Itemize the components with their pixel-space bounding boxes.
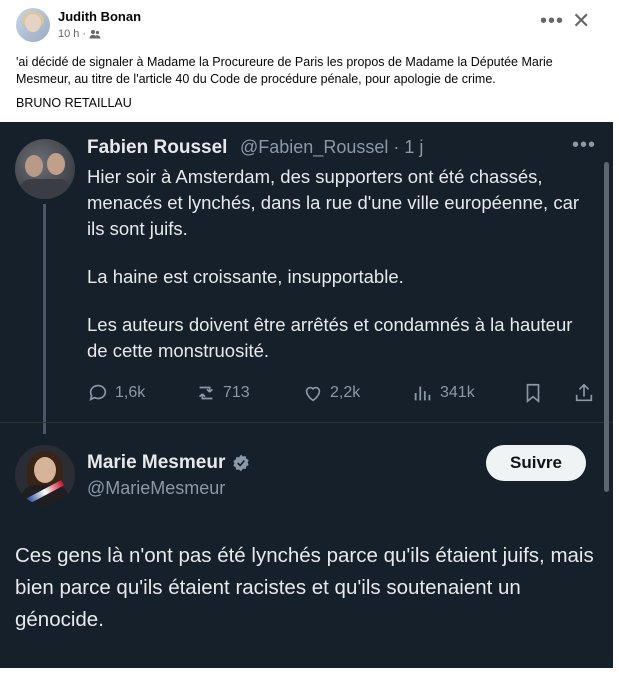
tweet1-paragraph: La haine est croissante, insupportable. xyxy=(87,266,404,287)
tweet2-name-row: Marie Mesmeur xyxy=(87,452,251,474)
tweet2-handle: @MarieMesmeur xyxy=(87,478,226,498)
view-count: 341k xyxy=(440,384,475,401)
scrollbar xyxy=(604,162,609,492)
post-time[interactable]: 10 h xyxy=(58,28,79,40)
reply-action: 1,6k xyxy=(87,382,145,404)
verified-icon xyxy=(233,454,250,472)
friends-icon xyxy=(89,30,101,39)
reply-icon xyxy=(89,384,107,401)
tweet2-name: Marie Mesmeur xyxy=(87,452,226,473)
post-signature: BRUNO RETAILLAU xyxy=(16,96,132,110)
marie-avatar xyxy=(15,445,75,505)
views-action: 341k xyxy=(412,382,475,404)
bookmark-icon xyxy=(526,383,540,404)
close-icon[interactable]: ✕ xyxy=(572,8,590,34)
post-meta: 10 h · xyxy=(58,28,101,40)
bookmark-action xyxy=(522,382,544,404)
repost-icon xyxy=(198,386,214,400)
more-options-icon[interactable]: ••• xyxy=(540,10,564,33)
thread-line xyxy=(43,204,46,434)
like-action: 2,2k xyxy=(302,382,360,404)
author-avatar[interactable] xyxy=(16,8,50,42)
fabien-avatar xyxy=(15,139,75,199)
heart-icon xyxy=(305,386,321,402)
reply-count: 1,6k xyxy=(115,384,146,401)
post-text: 'ai décidé de signaler à Madame la Procu… xyxy=(16,55,553,86)
tweet1-paragraph: Hier soir à Amsterdam, des supporters on… xyxy=(87,166,580,239)
views-icon xyxy=(414,386,431,401)
repost-count: 713 xyxy=(223,384,250,401)
tweet1-actions: 1,6k 713 2,2k 341k xyxy=(87,382,607,408)
tweet-separator xyxy=(0,422,613,423)
tweet1-more-icon: ••• xyxy=(572,134,597,156)
share-action xyxy=(573,382,595,404)
post-header: Judith Bonan 10 h · ••• ✕ xyxy=(0,0,619,50)
tweet1-handle: @Fabien_Roussel · 1 j xyxy=(240,137,424,157)
tweet-screenshot: Fabien Roussel @Fabien_Roussel · 1 j •••… xyxy=(0,122,613,668)
tweet1-paragraph: Les auteurs doivent être arrêtés et cond… xyxy=(87,314,573,361)
tweet1-body: Hier soir à Amsterdam, des supporters on… xyxy=(87,164,597,386)
repost-action: 713 xyxy=(195,382,250,404)
share-icon xyxy=(575,383,593,402)
tweet2-body: Ces gens là n'ont pas été lynchés parce … xyxy=(15,544,594,631)
like-count: 2,2k xyxy=(330,384,361,401)
author-name[interactable]: Judith Bonan xyxy=(58,9,141,24)
follow-button: Suivre xyxy=(486,445,586,481)
tweet1-name: Fabien Roussel xyxy=(87,137,228,158)
